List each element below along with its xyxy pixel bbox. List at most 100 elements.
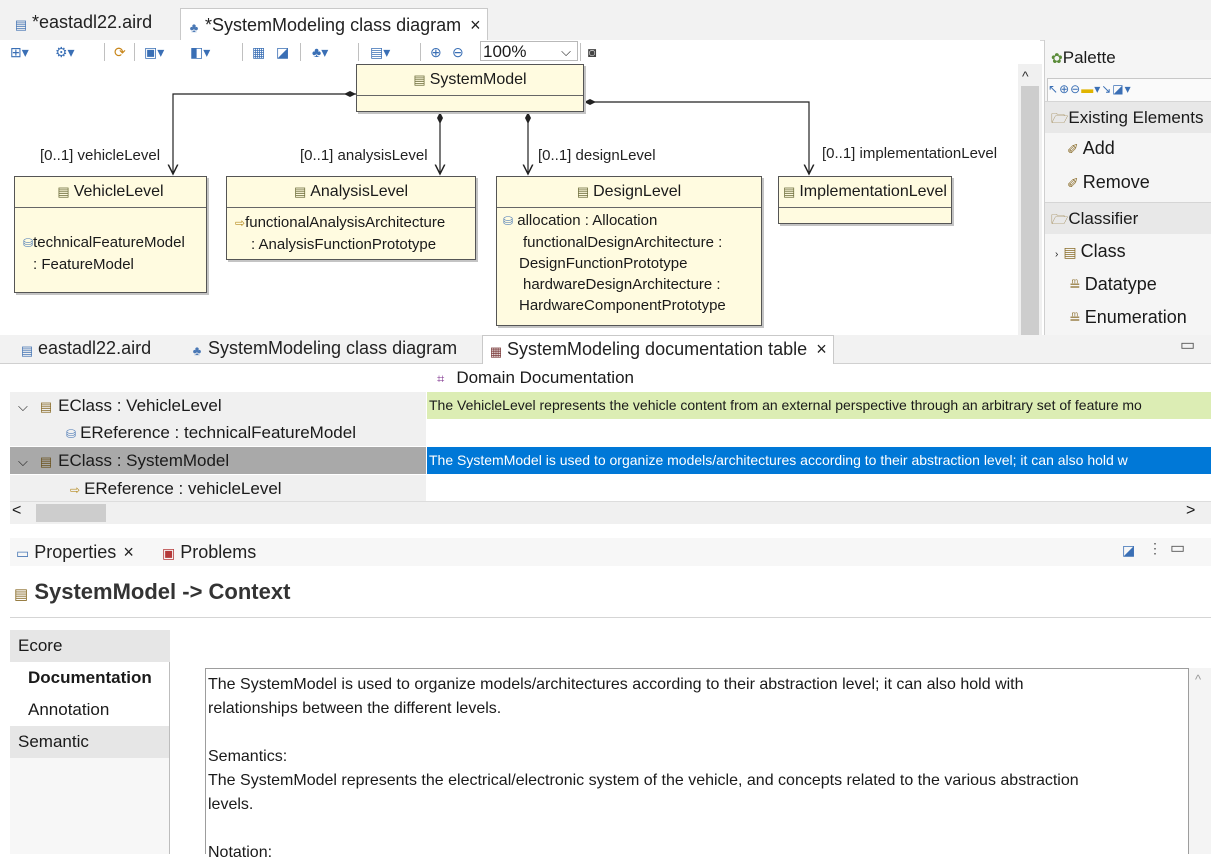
scroll-up-icon[interactable]: ^ (1195, 672, 1201, 687)
class-diagram-editor: ▤ *eastadl22.aird ♣ *SystemModeling class … (0, 0, 1211, 335)
scroll-right-icon[interactable]: > (1186, 502, 1195, 520)
reference-icon: ⛁ (503, 214, 514, 228)
scrollbar-thumb[interactable] (36, 504, 106, 522)
tab-systemmodeling-documentation-table[interactable]: ▦ SystemModeling documentation table × (482, 335, 834, 364)
palette-icon: ✿ (1051, 50, 1063, 66)
class-node-analysislevel[interactable]: ▤ AnalysisLevel ⇨functionalAnalysisArchit… (226, 176, 476, 260)
palette: ✿Palette ↖⊕⊖▬▾↘◪▾ 🗁Existing Elements ✐ Ad… (1044, 40, 1211, 335)
filter-icon[interactable]: ▣▾ (144, 43, 164, 61)
folder-icon: 🗁 (1051, 110, 1069, 126)
note-tool-icon[interactable]: ▬ (1081, 82, 1094, 96)
palette-tools[interactable]: ↖⊕⊖▬▾↘◪▾ (1047, 78, 1211, 102)
reference-icon: ⛁ (23, 236, 34, 250)
palette-item-add[interactable]: ✐ Add (1067, 138, 1115, 159)
attribute-type: : AnalysisFunctionPrototype (251, 236, 437, 253)
scroll-up-icon[interactable]: ^ (1022, 68, 1029, 84)
class-node-systemmodel[interactable]: ▤ SystemModel (356, 64, 584, 112)
edge-label-vehiclelevel: [0..1] vehicleLevel (40, 147, 161, 164)
documentation-vertical-scrollbar[interactable]: ^ (1189, 668, 1211, 854)
table-cell-documentation[interactable] (427, 419, 1211, 446)
attribute-functionalanalysisarchitecture[interactable]: ⇨functionalAnalysisArchitecture (227, 212, 475, 234)
minimize-icon[interactable]: ▭ (1180, 335, 1195, 355)
layer-icon[interactable]: ◧▾ (190, 43, 210, 61)
class-node-implementationlevel[interactable]: ▤ ImplementationLevel (778, 176, 952, 224)
palette-item-datatype[interactable]: ≞ Datatype (1069, 274, 1157, 295)
refresh-icon[interactable]: ⟳ (114, 43, 126, 61)
close-icon[interactable]: × (470, 15, 481, 35)
attribute-hardwaredesignarchitecture[interactable]: hardwareDesignArchitecture : (497, 274, 761, 295)
column-header-domain-documentation[interactable]: ⌗ Domain Documentation (427, 364, 1211, 391)
table-row[interactable]: ⌵ ▤ EClass : VehicleLevel The VehicleLevel… (10, 392, 1211, 419)
tab-eastadl22-aird-dirty[interactable]: ▤ *eastadl22.aird (8, 6, 158, 38)
palette-item-enumeration[interactable]: ≞ Enumeration (1069, 307, 1187, 328)
eclass-icon: ▤ (39, 454, 53, 469)
camera-icon[interactable]: ◙ (588, 43, 596, 61)
clipboard-icon[interactable]: ▤▾ (370, 43, 390, 61)
table-cell-documentation[interactable] (427, 475, 1211, 502)
aird-file-icon: ▤ (20, 343, 34, 358)
table-row[interactable]: ⇨ EReference : vehicleLevel (10, 475, 1211, 502)
doc-line (208, 721, 1188, 745)
scroll-left-icon[interactable]: < (12, 502, 21, 520)
documentation-textarea[interactable]: The SystemModel is used to organize mode… (205, 668, 1189, 861)
table-cell-documentation[interactable]: The VehicleLevel represents the vehicle … (427, 392, 1211, 419)
side-tab-ecore[interactable]: Ecore (10, 630, 170, 662)
close-icon[interactable]: × (816, 339, 827, 359)
tab-eastadl22-aird[interactable]: ▤ eastadl22.aird (14, 335, 157, 363)
attribute-technicalfeaturemodel[interactable]: ⛁technicalFeatureModel (15, 232, 206, 254)
palette-title: ✿Palette (1051, 48, 1116, 67)
doc-line: The SystemModel is used to organize mode… (208, 676, 1024, 693)
edit-tool-icon[interactable]: ◪ (1112, 82, 1124, 96)
attribute-type: HardwareComponentPrototype (519, 297, 726, 314)
palette-item-class[interactable]: › ▤ Class (1055, 241, 1126, 262)
tab-properties[interactable]: ▭ Properties × (10, 538, 140, 566)
side-tab-documentation[interactable]: Documentation (10, 662, 170, 694)
expand-arrow-icon: › (1055, 249, 1059, 260)
side-tab-semantic[interactable]: Semantic (10, 726, 170, 758)
editor-tab-bar: ▤ *eastadl22.aird ♣ *SystemModeling class … (0, 0, 1211, 41)
problems-icon: ▣ (162, 545, 176, 561)
zoom-in-icon[interactable]: ⊕ (430, 43, 442, 61)
minimize-icon[interactable]: ▭ (1170, 538, 1185, 558)
zoom-out-icon[interactable]: ⊖ (452, 43, 464, 61)
table-row-label: ⛁ EReference : technicalFeatureModel (10, 419, 426, 446)
attribute-functionaldesignarchitecture[interactable]: functionalDesignArchitecture : (497, 232, 761, 253)
scrollbar-thumb[interactable] (1021, 86, 1039, 335)
export-image-icon[interactable]: ▦ (252, 43, 265, 61)
zoom-value: 100% (483, 42, 527, 61)
edit-icon[interactable]: ◪ (276, 43, 289, 61)
view-menu-icon[interactable]: ⋮ (1148, 540, 1162, 557)
zoom-combo[interactable]: 100% ⌵ (480, 41, 578, 61)
chevron-down-icon[interactable]: ⌵ (18, 399, 28, 414)
page-title: ▤ SystemModel -> Context (14, 579, 291, 604)
diagram-vertical-scrollbar[interactable]: ^ (1018, 64, 1042, 335)
class-node-designlevel[interactable]: ▤ DesignLevel ⛁ allocation : Allocation f… (496, 176, 762, 326)
palette-group-existing-elements[interactable]: 🗁Existing Elements (1045, 101, 1211, 133)
tab-systemmodeling-class-diagram-dirty[interactable]: ♣ *SystemModeling class diagram × (180, 8, 488, 41)
palette-item-remove[interactable]: ✐ Remove (1067, 172, 1150, 193)
pin-view-icon[interactable]: ◪ (1122, 542, 1135, 559)
table-cell-documentation[interactable]: The SystemModel is used to organize mode… (427, 447, 1211, 474)
select-tool-icon[interactable]: ↖ (1048, 82, 1059, 96)
toolbar-separator (358, 43, 359, 61)
attribute-allocation[interactable]: ⛁ allocation : Allocation (497, 210, 761, 232)
tab-systemmodeling-class-diagram[interactable]: ♣ SystemModeling class diagram (184, 335, 463, 363)
connector-tool-icon[interactable]: ↘ (1101, 82, 1112, 96)
palette-group-classifier[interactable]: 🗁Classifier (1045, 202, 1211, 234)
diagram-canvas[interactable]: [0..1] vehicleLevel [0..1] analysisLevel… (0, 64, 1018, 335)
class-node-vehiclelevel[interactable]: ▤ VehicleLevel ⛁technicalFeatureModel : F… (14, 176, 207, 293)
side-tab-annotation[interactable]: Annotation (10, 694, 170, 726)
table-row-label: ⌵ ▤ EClass : VehicleLevel (10, 392, 426, 419)
table-row-selected[interactable]: ⌵ ▤ EClass : SystemModel The SystemModel i… (10, 447, 1211, 474)
table-row[interactable]: ⛁ EReference : technicalFeatureModel (10, 419, 1211, 446)
close-icon[interactable]: × (123, 542, 134, 562)
tab-problems[interactable]: ▣ Problems (156, 538, 262, 566)
chevron-down-icon[interactable]: ⌵ (18, 454, 28, 469)
zoom-out-tool-icon[interactable]: ⊖ (1070, 82, 1081, 96)
arrange-icon[interactable]: ⚙▾ (55, 43, 75, 61)
zoom-in-tool-icon[interactable]: ⊕ (1059, 82, 1070, 96)
diagram-icon[interactable]: ♣▾ (312, 43, 328, 61)
datatype-icon: ≞ (1069, 277, 1081, 293)
select-icon[interactable]: ⊞▾ (10, 43, 29, 61)
table-horizontal-scrollbar[interactable]: < > (10, 501, 1211, 524)
